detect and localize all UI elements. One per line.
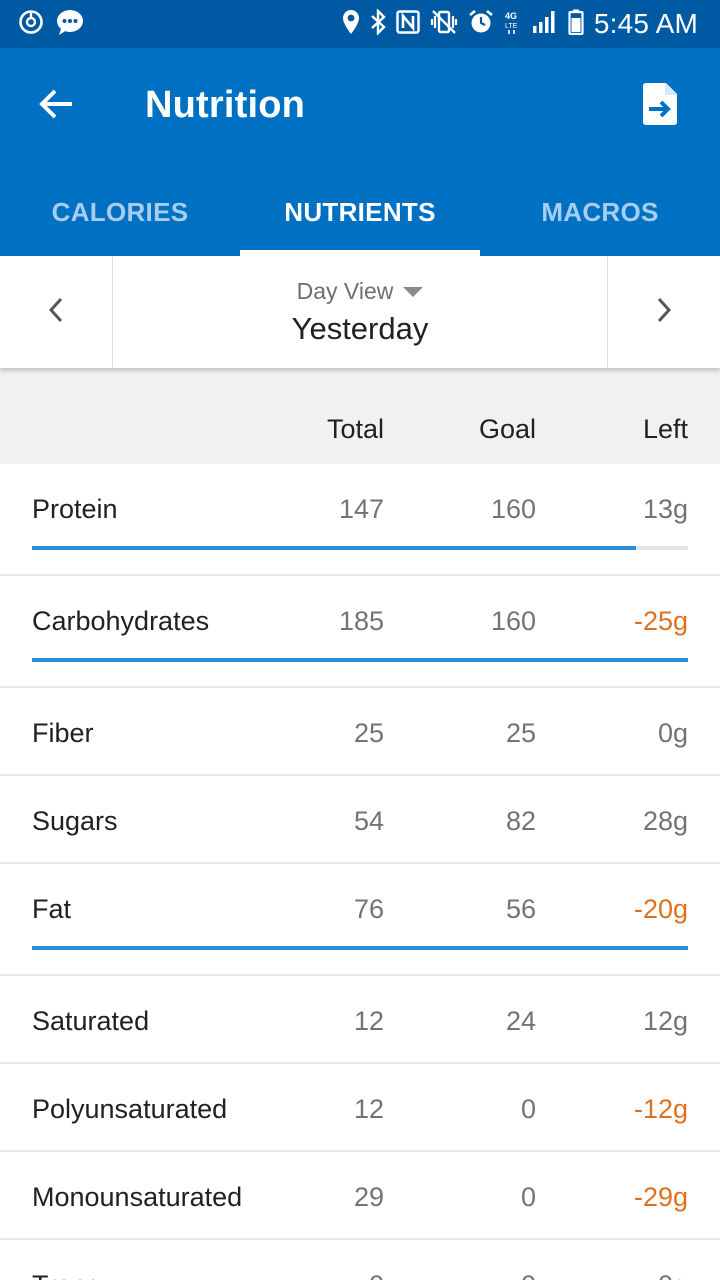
status-bar-system: 4G LTE 5:45 AM bbox=[342, 7, 698, 40]
tab-macros-label: MACROS bbox=[541, 196, 659, 227]
nutrient-total: 54 bbox=[353, 806, 384, 836]
table-row[interactable]: Sugars 54 82 28g bbox=[0, 776, 720, 864]
nutrient-left: -12g bbox=[633, 1094, 688, 1124]
tab-calories-label: CALORIES bbox=[51, 196, 189, 227]
date-label: Yesterday bbox=[291, 310, 429, 346]
nutrient-total: 12 bbox=[353, 1006, 384, 1036]
nutrient-total: 25 bbox=[353, 718, 384, 748]
nutrient-total: 12 bbox=[353, 1094, 384, 1124]
nfc-icon bbox=[396, 9, 420, 39]
table-row[interactable]: Protein 147 160 13g bbox=[0, 464, 720, 576]
column-header-goal: Goal bbox=[478, 414, 536, 444]
table-row[interactable]: Fat 76 56 -20g bbox=[0, 864, 720, 976]
tab-calories[interactable]: CALORIES bbox=[0, 168, 240, 256]
table-row[interactable]: Saturated 12 24 12g bbox=[0, 976, 720, 1064]
tab-nutrients-label: NUTRIENTS bbox=[284, 196, 436, 227]
vibrate-icon bbox=[430, 9, 458, 40]
table-row[interactable]: Fiber 25 25 0g bbox=[0, 688, 720, 776]
nutrient-total: 29 bbox=[353, 1182, 384, 1212]
nutrient-name: Saturated bbox=[32, 1006, 150, 1036]
progress-bar bbox=[32, 946, 688, 950]
table-row[interactable]: Polyunsaturated 12 0 -12g bbox=[0, 1064, 720, 1152]
nutrient-left: 13g bbox=[642, 494, 688, 524]
progress-fill bbox=[32, 658, 688, 662]
chevron-left-icon bbox=[48, 297, 64, 328]
chevron-right-icon bbox=[656, 297, 672, 328]
nutrient-name: Fat bbox=[32, 894, 72, 924]
app-bar: Nutrition CALORIES NUTRIENTS MACROS bbox=[0, 48, 720, 256]
nutrient-total: 185 bbox=[338, 606, 384, 636]
battery-icon bbox=[568, 9, 584, 40]
svg-text:LTE: LTE bbox=[505, 23, 518, 30]
nutrient-goal: 25 bbox=[505, 718, 536, 748]
page-title: Nutrition bbox=[145, 84, 306, 126]
view-dropdown[interactable]: Day View bbox=[297, 278, 424, 305]
nutrient-left: 0g bbox=[658, 1270, 688, 1280]
nutrient-goal: 0 bbox=[521, 1270, 536, 1280]
tab-nutrients[interactable]: NUTRIENTS bbox=[240, 168, 480, 256]
table-row[interactable]: Trans 0 0 0g bbox=[0, 1240, 720, 1280]
table-header: Total Goal Left bbox=[0, 368, 720, 464]
dropdown-caret-icon bbox=[403, 287, 424, 297]
nutrient-name: Sugars bbox=[32, 806, 118, 836]
nutrient-name: Monounsaturated bbox=[32, 1182, 243, 1212]
svg-text:4G: 4G bbox=[505, 11, 517, 21]
nutrient-left: -20g bbox=[633, 894, 688, 924]
nutrient-goal: 0 bbox=[520, 1182, 536, 1212]
signal-icon bbox=[532, 10, 558, 39]
nutrient-goal: 56 bbox=[505, 894, 536, 924]
nutrient-list: Protein 147 160 13g Carbohydrates 185 160 -25g F… bbox=[0, 464, 720, 1280]
nutrient-left: 28g bbox=[642, 806, 688, 836]
nutrient-name: Polyunsaturated bbox=[32, 1094, 228, 1124]
nutrient-total: 76 bbox=[353, 894, 384, 924]
nutrient-name: Carbohydrates bbox=[32, 606, 210, 636]
progress-fill bbox=[32, 946, 688, 950]
alarm-icon bbox=[468, 9, 494, 40]
timer-icon bbox=[18, 9, 44, 40]
nutrient-name: Fiber bbox=[32, 718, 94, 748]
nutrient-total: 147 bbox=[338, 494, 384, 524]
nutrient-left: -25g bbox=[633, 606, 688, 636]
column-header-left: Left bbox=[642, 414, 688, 444]
status-bar-notifications bbox=[18, 9, 84, 40]
progress-bar bbox=[32, 546, 688, 550]
tab-macros[interactable]: MACROS bbox=[480, 168, 720, 256]
nutrient-goal: 0 bbox=[520, 1094, 536, 1124]
nutrient-goal: 82 bbox=[505, 806, 536, 836]
view-dropdown-label: Day View bbox=[296, 277, 394, 304]
view-selector[interactable]: Day View Yesterday bbox=[113, 256, 607, 368]
progress-fill bbox=[32, 546, 636, 550]
next-day-button[interactable] bbox=[607, 256, 720, 368]
file-export-icon bbox=[643, 82, 677, 130]
arrow-back-icon bbox=[38, 88, 74, 125]
nutrient-left: -29g bbox=[633, 1182, 688, 1212]
nutrient-total: 0 bbox=[369, 1270, 384, 1280]
chat-icon bbox=[56, 9, 84, 40]
bluetooth-icon bbox=[370, 7, 386, 40]
status-time: 5:45 AM bbox=[593, 8, 698, 39]
status-bar: 4G LTE 5:45 AM bbox=[0, 0, 720, 48]
4g-lte-icon: 4G LTE bbox=[504, 9, 522, 40]
nutrient-goal: 24 bbox=[505, 1006, 536, 1036]
progress-bar bbox=[32, 658, 688, 662]
table-row[interactable]: Carbohydrates 185 160 -25g bbox=[0, 576, 720, 688]
previous-day-button[interactable] bbox=[0, 256, 113, 368]
location-icon bbox=[342, 9, 360, 40]
back-button[interactable] bbox=[32, 82, 80, 130]
tab-bar: CALORIES NUTRIENTS MACROS bbox=[0, 168, 720, 256]
nutrient-goal: 160 bbox=[490, 494, 536, 524]
date-navigator: Day View Yesterday bbox=[0, 256, 720, 368]
nutrient-left: 0g bbox=[657, 718, 688, 748]
nutrient-left: 12g bbox=[642, 1006, 688, 1036]
column-header-total: Total bbox=[326, 414, 384, 444]
nutrient-goal: 160 bbox=[490, 606, 536, 636]
nutrient-name: Trans bbox=[32, 1270, 100, 1280]
nutrient-name: Protein bbox=[32, 494, 118, 524]
table-row[interactable]: Monounsaturated 29 0 -29g bbox=[0, 1152, 720, 1240]
export-button[interactable] bbox=[636, 80, 684, 132]
